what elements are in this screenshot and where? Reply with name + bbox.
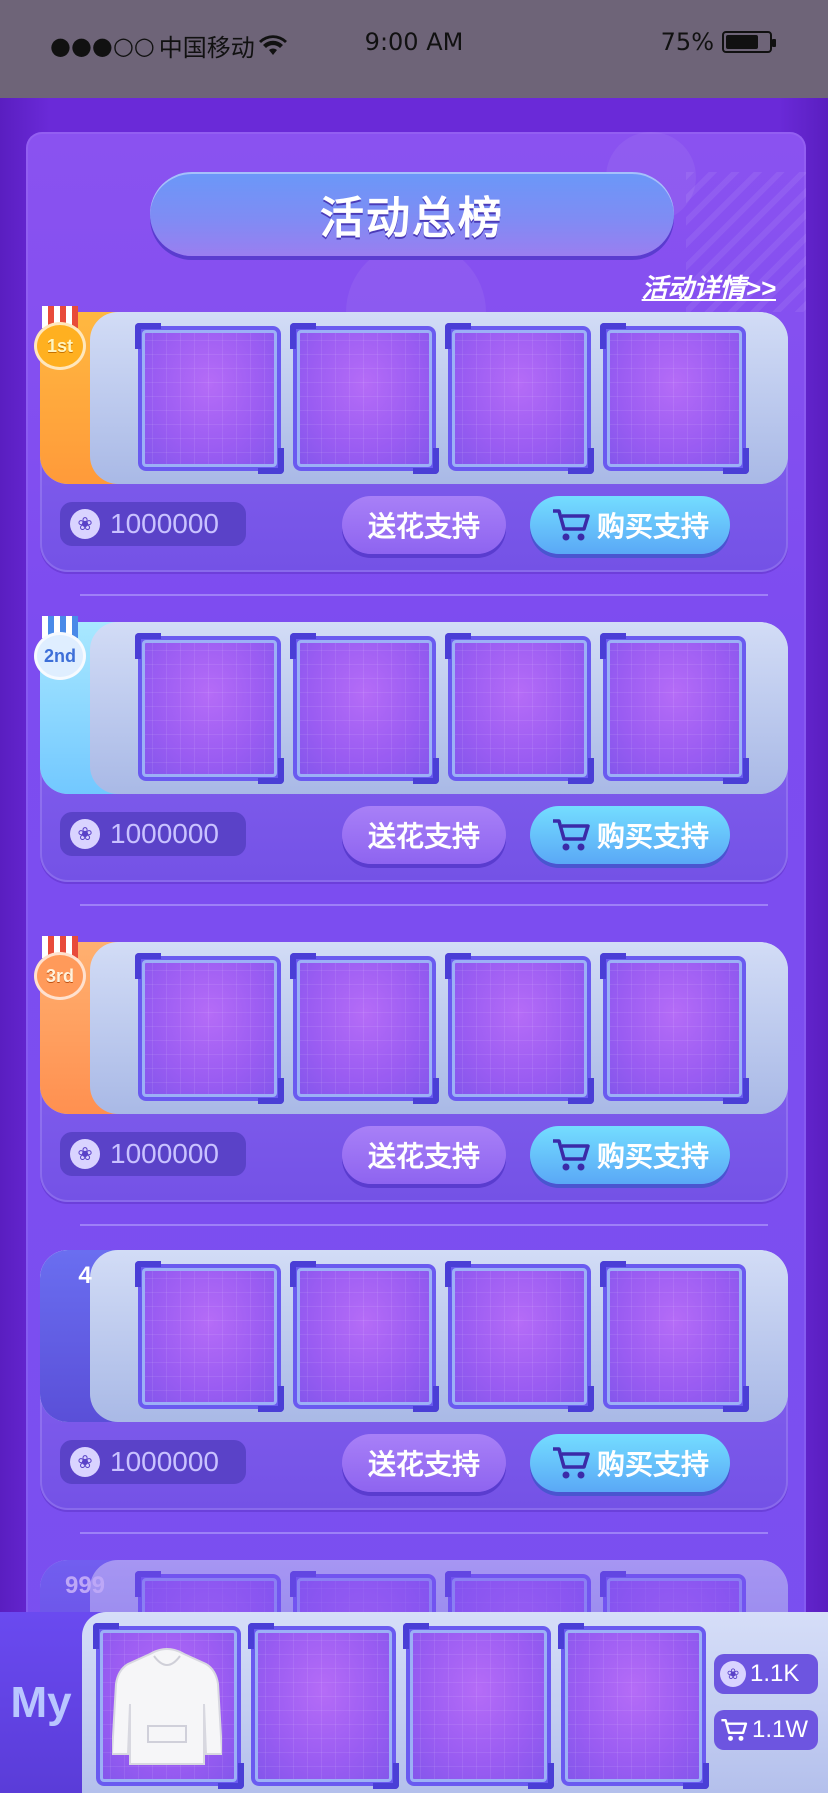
buy-support-button[interactable]: 购买支持 bbox=[530, 1126, 730, 1184]
rank-card-3: 3rd ❀ 1000000 送花支持 购买支持 bbox=[34, 936, 788, 1202]
my-flower-stat: ❀ 1.1K bbox=[714, 1654, 818, 1694]
member-slot[interactable] bbox=[135, 953, 284, 1104]
cart-icon bbox=[552, 509, 590, 541]
member-slot[interactable] bbox=[135, 1261, 284, 1412]
buy-support-button[interactable]: 购买支持 bbox=[530, 496, 730, 554]
rank-label: 4 bbox=[78, 1262, 92, 1289]
send-flower-button[interactable]: 送花支持 bbox=[342, 496, 506, 554]
slot-row bbox=[135, 633, 749, 784]
flower-icon: ❀ bbox=[70, 1139, 100, 1169]
my-purchase-stat: 1.1W bbox=[714, 1710, 818, 1750]
member-slot[interactable] bbox=[445, 953, 594, 1104]
flower-count-value: 1000000 bbox=[110, 1138, 220, 1169]
flower-count-value: 1000000 bbox=[110, 1446, 220, 1477]
activity-details-link[interactable]: 活动详情>> bbox=[642, 268, 776, 305]
flower-icon: ❀ bbox=[70, 509, 100, 539]
slot-row bbox=[135, 1261, 749, 1412]
buy-support-label: 购买支持 bbox=[596, 511, 709, 542]
rank-card-top: 4 bbox=[40, 1250, 788, 1422]
battery-icon bbox=[722, 31, 776, 53]
rank-card-top bbox=[40, 312, 788, 484]
flower-count: ❀ 1000000 bbox=[60, 1440, 246, 1484]
flower-icon: ❀ bbox=[70, 1447, 100, 1477]
slot-row bbox=[135, 323, 749, 474]
member-slot[interactable] bbox=[248, 1623, 399, 1789]
my-slot-row bbox=[93, 1623, 709, 1789]
rank-card-4: 4 ❀ 1000000 送花支持 购买支持 bbox=[40, 1250, 788, 1510]
member-slot[interactable] bbox=[135, 323, 284, 474]
divider bbox=[80, 594, 768, 596]
member-slot[interactable] bbox=[600, 633, 749, 784]
flower-count-value: 1000000 bbox=[110, 818, 220, 849]
member-slot[interactable] bbox=[290, 323, 439, 474]
buy-support-label: 购买支持 bbox=[596, 821, 709, 852]
rank-label: 1st bbox=[34, 322, 86, 370]
battery-percent: 75% bbox=[660, 28, 714, 56]
divider bbox=[80, 1224, 768, 1226]
status-bar: ●●●○○ 中国移动 9:00 AM 75% bbox=[0, 0, 828, 98]
status-right: 75% bbox=[660, 28, 776, 56]
member-slot[interactable] bbox=[558, 1623, 709, 1789]
rank-card-1: 1st ❀ 1000000 送花支持 购买支持 bbox=[34, 306, 788, 572]
my-purchase-value: 1.1W bbox=[752, 1716, 809, 1743]
buy-support-label: 购买支持 bbox=[596, 1449, 709, 1480]
flower-count-value: 1000000 bbox=[110, 508, 220, 539]
send-flower-button[interactable]: 送花支持 bbox=[342, 1126, 506, 1184]
silver-medal-icon: 2nd bbox=[34, 616, 86, 680]
gold-medal-icon: 1st bbox=[34, 306, 86, 370]
bronze-medal-icon: 3rd bbox=[34, 936, 86, 1000]
slot-row bbox=[135, 953, 749, 1104]
page-title: 活动总榜 bbox=[150, 172, 674, 256]
my-panel: ❀ 1.1K 1.1W bbox=[82, 1612, 828, 1793]
cart-icon bbox=[552, 819, 590, 851]
my-flower-value: 1.1K bbox=[750, 1660, 800, 1687]
rank-card-top bbox=[40, 622, 788, 794]
hoodie-icon bbox=[112, 1648, 222, 1765]
cart-icon bbox=[552, 1139, 590, 1171]
member-slot[interactable] bbox=[600, 1261, 749, 1412]
flower-count: ❀ 1000000 bbox=[60, 812, 246, 856]
rank-label: 2nd bbox=[34, 632, 86, 680]
member-slot[interactable] bbox=[135, 633, 284, 784]
member-slot[interactable] bbox=[600, 323, 749, 474]
send-flower-button[interactable]: 送花支持 bbox=[342, 1434, 506, 1492]
flower-icon: ❀ bbox=[720, 1661, 746, 1687]
member-slot[interactable] bbox=[290, 953, 439, 1104]
member-slot[interactable] bbox=[93, 1623, 244, 1789]
my-rank-bar: My ❀ 1.1K 1.1W bbox=[0, 1612, 828, 1793]
cart-icon bbox=[552, 1447, 590, 1479]
rank-card-2: 2nd ❀ 1000000 送花支持 购买支持 bbox=[34, 616, 788, 882]
divider bbox=[80, 904, 768, 906]
flower-icon: ❀ bbox=[70, 819, 100, 849]
buy-support-button[interactable]: 购买支持 bbox=[530, 806, 730, 864]
member-slot[interactable] bbox=[600, 953, 749, 1104]
member-slot[interactable] bbox=[290, 633, 439, 784]
buy-support-button[interactable]: 购买支持 bbox=[530, 1434, 730, 1492]
rank-card-top bbox=[40, 942, 788, 1114]
rank-label: 999 bbox=[64, 1572, 106, 1599]
cart-icon bbox=[721, 1718, 748, 1741]
flower-count: ❀ 1000000 bbox=[60, 1132, 246, 1176]
member-slot[interactable] bbox=[445, 633, 594, 784]
flower-count: ❀ 1000000 bbox=[60, 502, 246, 546]
buy-support-label: 购买支持 bbox=[596, 1141, 709, 1172]
my-label: My bbox=[0, 1612, 82, 1793]
member-slot[interactable] bbox=[290, 1261, 439, 1412]
member-slot[interactable] bbox=[403, 1623, 554, 1789]
member-slot[interactable] bbox=[445, 323, 594, 474]
member-slot[interactable] bbox=[445, 1261, 594, 1412]
send-flower-button[interactable]: 送花支持 bbox=[342, 806, 506, 864]
divider bbox=[80, 1532, 768, 1534]
rank-label: 3rd bbox=[34, 952, 86, 1000]
